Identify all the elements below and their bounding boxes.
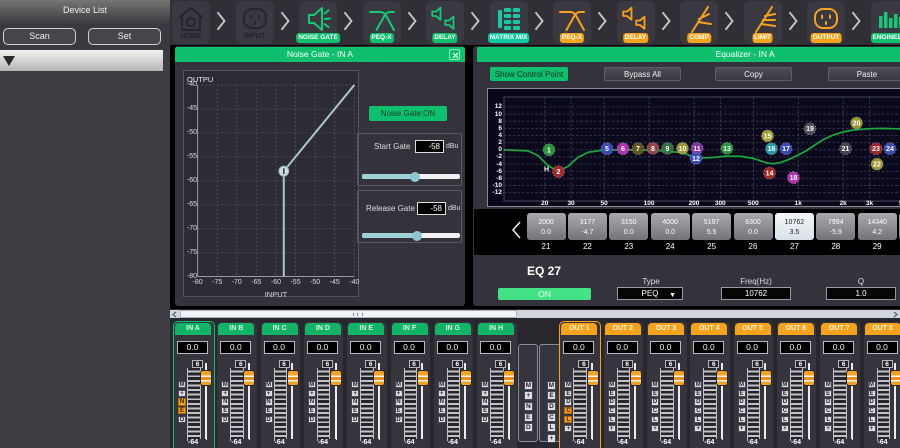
svg-text:18: 18 <box>790 175 798 182</box>
svg-text:19: 19 <box>806 126 814 133</box>
svg-text:17: 17 <box>782 146 790 153</box>
svg-text:13: 13 <box>723 146 731 153</box>
svg-text:7: 7 <box>636 146 640 153</box>
svg-text:9: 9 <box>666 146 670 153</box>
svg-text:23: 23 <box>872 146 880 153</box>
svg-text:8: 8 <box>651 146 655 153</box>
svg-text:15: 15 <box>764 133 772 140</box>
svg-text:16: 16 <box>768 146 776 153</box>
svg-text:12: 12 <box>692 156 700 163</box>
svg-text:1: 1 <box>547 147 551 154</box>
svg-text:11: 11 <box>693 146 701 153</box>
svg-text:14: 14 <box>766 171 774 178</box>
svg-text:2: 2 <box>557 169 561 176</box>
svg-text:20: 20 <box>853 120 861 127</box>
svg-text:5: 5 <box>605 146 609 153</box>
svg-text:H: H <box>544 166 549 173</box>
svg-text:21: 21 <box>842 146 850 153</box>
svg-text:22: 22 <box>873 162 881 169</box>
svg-text:10: 10 <box>679 146 687 153</box>
svg-text:6: 6 <box>621 146 625 153</box>
svg-text:24: 24 <box>886 146 894 153</box>
